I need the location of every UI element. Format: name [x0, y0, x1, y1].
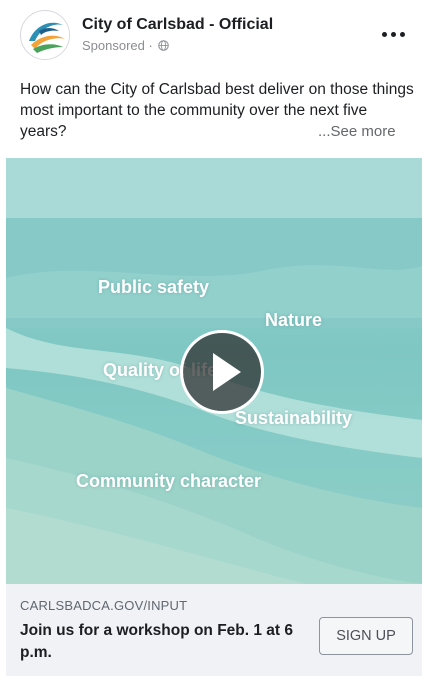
video-word-nature: Nature [265, 310, 323, 330]
more-options-icon[interactable] [378, 24, 408, 44]
call-to-action-bar[interactable]: CARLSBADCA.GOV/INPUT Join us for a works… [6, 584, 422, 676]
post-header: City of Carlsbad - Official Sponsored · [0, 0, 425, 68]
video-word-public-safety: Public safety [98, 277, 210, 297]
sponsored-label[interactable]: Sponsored [82, 38, 145, 53]
sign-up-button[interactable]: SIGN UP [319, 617, 413, 655]
sponsored-post: City of Carlsbad - Official Sponsored · … [0, 0, 425, 683]
page-avatar[interactable] [20, 10, 70, 60]
video-player[interactable]: Public safety Nature Quality of life Sus… [6, 158, 422, 584]
video-word-community-character: Community character [76, 471, 262, 491]
video-word-sustainability: Sustainability [235, 408, 353, 428]
post-meta: Sponsored · [82, 38, 170, 53]
globe-icon [158, 40, 170, 51]
see-more-link[interactable]: ...See more [318, 121, 396, 142]
page-name[interactable]: City of Carlsbad - Official [82, 16, 273, 34]
play-icon [213, 353, 241, 391]
city-logo-icon [22, 12, 69, 59]
link-domain: CARLSBADCA.GOV/INPUT [20, 598, 188, 613]
link-title[interactable]: Join us for a workshop on Feb. 1 at 6 p.… [20, 620, 310, 664]
play-button[interactable] [180, 330, 264, 414]
